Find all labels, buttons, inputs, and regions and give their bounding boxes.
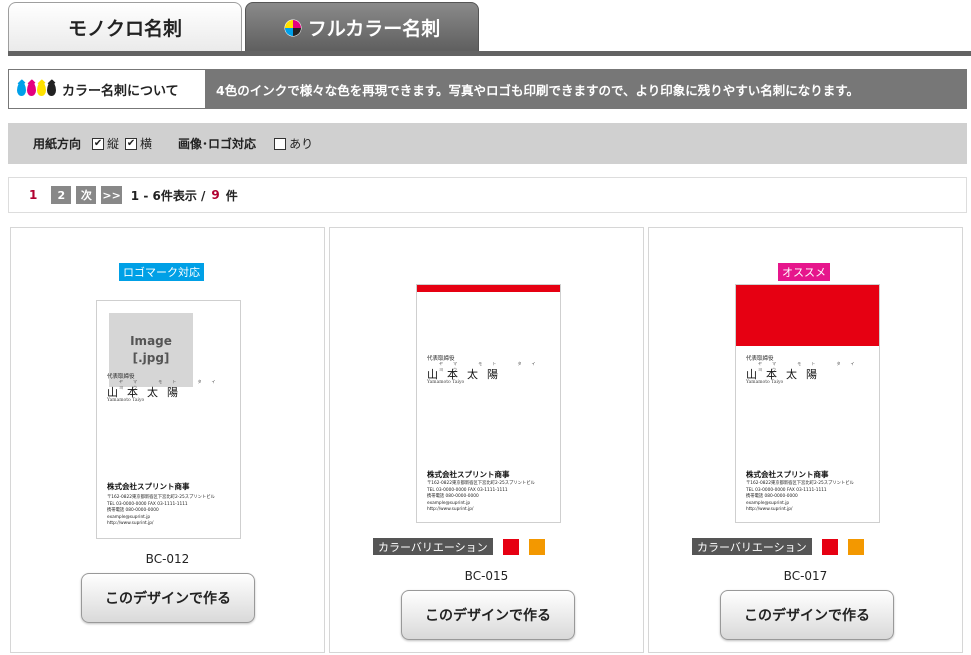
tab-monochrome-label: モノクロ名刺 — [67, 18, 182, 40]
design-tabs: モノクロ名刺 フルカラー名刺 — [0, 0, 971, 58]
about-color-banner: カラー名刺について 4色のインクで様々な色を再現できます。写真やロゴも印刷できま… — [8, 69, 967, 109]
make-with-design-button[interactable]: このデザインで作る — [720, 590, 894, 640]
card-company: 株式会社スプリント商事 — [107, 482, 190, 491]
card-address-line: http://www.suprint.jp/ — [746, 507, 793, 513]
black-drop-icon — [47, 82, 56, 96]
about-color-text: 4色のインクで様々な色を再現できます。写真やロゴも印刷できますので、より印象に残… — [216, 82, 859, 98]
make-with-design-button[interactable]: このデザインで作る — [81, 573, 255, 623]
tab-full-color[interactable]: フルカラー名刺 — [245, 2, 479, 52]
tab-monochrome[interactable]: モノクロ名刺 — [8, 2, 242, 52]
swatch-red[interactable] — [502, 538, 519, 555]
about-color-link[interactable]: カラー名刺について — [9, 70, 205, 108]
cmyk-icon — [284, 19, 302, 36]
card-company: 株式会社スプリント商事 — [427, 470, 510, 479]
card-company: 株式会社スプリント商事 — [746, 470, 829, 479]
design-card: ロゴマーク対応 Image [.jpg] 代表取締役 ヤマ モト タイ ヨウ 山… — [10, 227, 325, 653]
about-color-label: カラー名刺について — [62, 83, 179, 99]
image-placeholder-ext: [.jpg] — [132, 351, 170, 365]
card-name-roman: Yamamoto Taiyo — [427, 380, 465, 385]
orientation-label: 用紙方向 — [33, 137, 82, 151]
design-card: 代表取締役 ヤマ モト タイ ヨウ 山本太陽 Yamamoto Taiyo 株式… — [329, 227, 644, 653]
page-current: 1 — [29, 188, 38, 202]
red-top-stripe — [417, 285, 560, 292]
yellow-drop-icon — [37, 82, 46, 96]
filter-bar: 用紙方向 ✔ 縦 ✔ 横 画像･ロゴ対応 あり — [8, 123, 967, 164]
swatch-orange[interactable] — [528, 538, 545, 555]
page-range: 1 - 6件表示 / — [130, 188, 206, 203]
tab-underline — [8, 51, 971, 56]
swatch-orange[interactable] — [847, 538, 864, 555]
design-code: BC-015 — [464, 569, 509, 583]
page-2-button[interactable]: 2 — [51, 186, 72, 204]
page-total: 9 — [211, 188, 220, 202]
card-address: 〒162-0822東京都新宿区下宮比町2-25スプリントビル TEL 03-00… — [746, 481, 854, 514]
logo-support-label: 画像･ロゴ対応 — [178, 137, 257, 151]
card-name-roman: Yamamoto Taiyo — [107, 398, 145, 403]
ink-drops-icon — [17, 82, 57, 96]
business-card-preview[interactable]: 代表取締役 ヤマ モト タイ ヨウ 山本太陽 Yamamoto Taiyo 株式… — [416, 284, 561, 523]
cyan-drop-icon — [17, 82, 26, 96]
logo-support-checkbox[interactable]: あり — [274, 135, 313, 152]
card-address-line: 携帯電話 080-0000-0000 — [427, 494, 479, 500]
magenta-drop-icon — [27, 82, 36, 96]
design-code: BC-012 — [145, 552, 190, 566]
image-placeholder-title: Image — [130, 334, 172, 348]
horizontal-check-icon: ✔ — [125, 137, 138, 150]
business-card-preview[interactable]: 代表取締役 ヤマ モト タイ ヨウ 山本太陽 Yamamoto Taiyo 株式… — [735, 284, 880, 523]
design-code: BC-017 — [783, 569, 828, 583]
card-address-line: 〒162-0822東京都新宿区下宮比町2-25スプリントビル — [746, 481, 854, 486]
color-variation-label: カラーバリエーション — [373, 538, 493, 555]
logo-support-badge: ロゴマーク対応 — [119, 263, 204, 281]
card-address-line: 〒162-0822東京都新宿区下宮比町2-25スプリントビル — [427, 481, 535, 486]
vertical-check-icon: ✔ — [92, 137, 105, 150]
card-address: 〒162-0822東京都新宿区下宮比町2-25スプリントビル TEL 03-00… — [107, 495, 215, 528]
vertical-checkbox[interactable]: ✔ 縦 — [92, 135, 119, 152]
next-page-button[interactable]: 次 — [76, 186, 97, 204]
business-card-preview[interactable]: Image [.jpg] 代表取締役 ヤマ モト タイ ヨウ 山本太陽 Yama… — [96, 300, 241, 539]
tab-full-color-label: フルカラー名刺 — [307, 18, 441, 40]
card-address-line: http://www.suprint.jp/ — [427, 507, 474, 513]
color-variation: カラーバリエーション — [373, 538, 555, 555]
color-variation-label: カラーバリエーション — [692, 538, 812, 555]
card-address-line: http://www.suprint.jp/ — [107, 521, 154, 527]
card-address-line: 携帯電話 080-0000-0000 — [746, 494, 798, 500]
logo-support-check-icon — [274, 137, 287, 150]
horizontal-label: 横 — [140, 137, 153, 151]
card-name-roman: Yamamoto Taiyo — [746, 380, 784, 385]
vertical-label: 縦 — [107, 137, 120, 151]
color-variation: カラーバリエーション — [692, 538, 874, 555]
card-address: 〒162-0822東京都新宿区下宮比町2-25スプリントビル TEL 03-00… — [427, 481, 535, 514]
red-header-block — [736, 285, 879, 346]
card-address-line: 携帯電話 080-0000-0000 — [107, 508, 159, 514]
swatch-red[interactable] — [821, 538, 838, 555]
last-page-button[interactable]: >> — [101, 186, 122, 204]
make-with-design-button[interactable]: このデザインで作る — [401, 590, 575, 640]
card-address-line: 〒162-0822東京都新宿区下宮比町2-25スプリントビル — [107, 495, 215, 500]
logo-support-option: あり — [289, 137, 314, 151]
pagination: 1 2 次 >> 1 - 6件表示 / 9 件 — [8, 177, 967, 213]
recommended-badge: オススメ — [778, 263, 830, 281]
page-total-unit: 件 — [225, 188, 238, 203]
design-card: オススメ 代表取締役 ヤマ モト タイ ヨウ 山本太陽 Yamamoto Tai… — [648, 227, 963, 653]
horizontal-checkbox[interactable]: ✔ 横 — [125, 135, 152, 152]
